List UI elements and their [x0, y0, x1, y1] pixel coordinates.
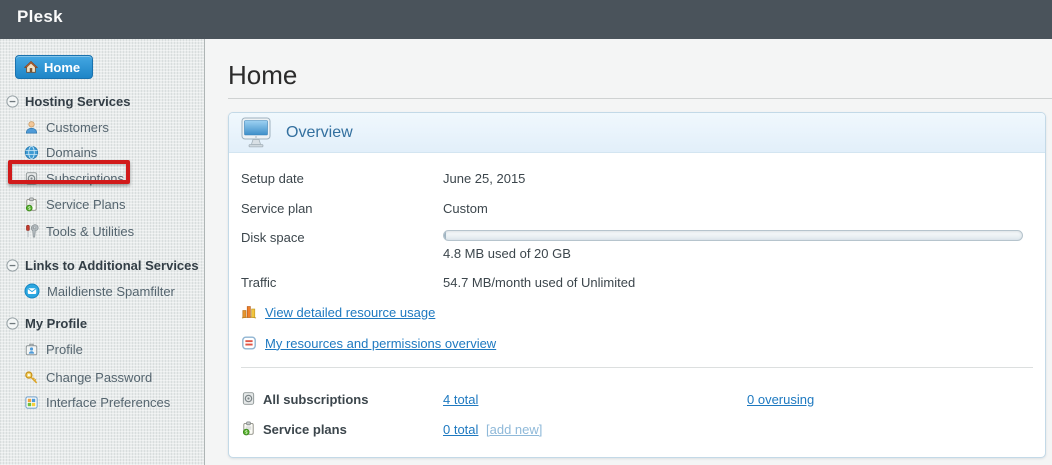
field-label: Service plan: [241, 201, 313, 216]
sidebar-item-label: Interface Preferences: [46, 395, 170, 410]
profile-icon: [24, 342, 39, 357]
setup-date-value: June 25, 2015: [443, 171, 525, 186]
domains-icon: [24, 145, 39, 160]
sidebar-item-label: Domains: [46, 145, 97, 160]
title-divider: [228, 98, 1052, 99]
sidebar-item-subscriptions[interactable]: Subscriptions: [24, 168, 124, 188]
plesk-window: Plesk Home Hosting Services Customers: [0, 0, 1052, 465]
all-subscriptions-icon: [241, 391, 256, 406]
sidebar-item-customers[interactable]: Customers: [24, 117, 109, 137]
section-label: Links to Additional Services: [25, 258, 199, 273]
collapse-icon[interactable]: [6, 259, 19, 272]
sidebar-item-change-password[interactable]: Change Password: [24, 367, 152, 387]
sidebar-item-maildienste-spamfilter[interactable]: Maildienste Spamfilter: [24, 281, 175, 301]
sidebar-item-label: Maildienste Spamfilter: [47, 284, 175, 299]
subscriptions-overusing-link[interactable]: 0 overusing: [747, 392, 814, 407]
resource-usage-link-row: View detailed resource usage: [241, 304, 435, 320]
sidebar-item-label: Tools & Utilities: [46, 224, 134, 239]
field-label: Disk space: [241, 230, 305, 245]
sidebar-item-profile[interactable]: Profile: [24, 339, 83, 359]
home-icon: [24, 60, 38, 74]
all-subscriptions-label: All subscriptions: [263, 392, 368, 407]
monitor-icon: [239, 117, 273, 149]
sidebar-item-label: Change Password: [46, 370, 152, 385]
disk-space-value: 4.8 MB used of 20 GB: [443, 246, 571, 261]
sidebar-item-label: Profile: [46, 342, 83, 357]
section-my-profile[interactable]: My Profile: [6, 313, 87, 333]
section-additional-services[interactable]: Links to Additional Services: [6, 255, 199, 275]
spamfilter-icon: [24, 283, 40, 299]
subscriptions-icon: [24, 171, 39, 186]
sidebar-item-domains[interactable]: Domains: [24, 142, 97, 162]
customers-icon: [24, 120, 39, 135]
page-title: Home: [228, 60, 297, 91]
collapse-icon[interactable]: [6, 317, 19, 330]
field-label: Setup date: [241, 171, 304, 186]
disk-space-progress-fill: [444, 231, 446, 240]
sidebar-item-label: Service Plans: [46, 197, 125, 212]
section-hosting-services[interactable]: Hosting Services: [6, 91, 131, 111]
resources-permissions-link-row: My resources and permissions overview: [241, 335, 496, 351]
home-button[interactable]: Home: [15, 55, 93, 79]
service-plans-add-new-link[interactable]: [add new]: [486, 422, 542, 437]
sidebar-item-label: Subscriptions: [46, 171, 124, 186]
section-label: Hosting Services: [25, 94, 131, 109]
service-plans-total-link[interactable]: 0 total: [443, 422, 478, 437]
overview-panel-title: Overview: [286, 124, 353, 142]
section-label: My Profile: [25, 316, 87, 331]
service-plans-icon: [24, 197, 39, 212]
interface-preferences-icon: [24, 395, 39, 410]
sidebar-item-label: Customers: [46, 120, 109, 135]
change-password-icon: [24, 370, 39, 385]
field-label: Traffic: [241, 275, 276, 290]
traffic-value: 54.7 MB/month used of Unlimited: [443, 275, 635, 290]
collapse-icon[interactable]: [6, 95, 19, 108]
tools-icon: [24, 224, 39, 239]
disk-space-progressbar: [443, 230, 1023, 241]
plesk-logo: Plesk: [17, 7, 63, 27]
overview-panel: Overview Setup date June 25, 2015 Servic…: [228, 112, 1046, 458]
overview-panel-header: Overview: [229, 113, 1045, 153]
main-content: Home Overview Setup date June 25, 2015 S…: [206, 39, 1052, 465]
my-resources-permissions-overview-link[interactable]: My resources and permissions overview: [265, 336, 496, 351]
sidebar: Home Hosting Services Customers Domains: [0, 39, 205, 465]
sidebar-item-interface-preferences[interactable]: Interface Preferences: [24, 392, 170, 412]
home-button-label: Home: [44, 60, 80, 75]
service-plan-value: Custom: [443, 201, 488, 216]
service-plans-label: Service plans: [263, 422, 347, 437]
sidebar-item-tools-utilities[interactable]: Tools & Utilities: [24, 221, 134, 241]
resources-list-icon: [241, 335, 257, 351]
subscriptions-total-link[interactable]: 4 total: [443, 392, 478, 407]
panel-divider: [241, 367, 1033, 368]
view-detailed-resource-usage-link[interactable]: View detailed resource usage: [265, 305, 435, 320]
bar-chart-icon: [241, 304, 257, 320]
service-plans-summary-icon: [241, 421, 256, 436]
sidebar-item-service-plans[interactable]: Service Plans: [24, 194, 125, 214]
topbar: Plesk: [0, 0, 1052, 39]
